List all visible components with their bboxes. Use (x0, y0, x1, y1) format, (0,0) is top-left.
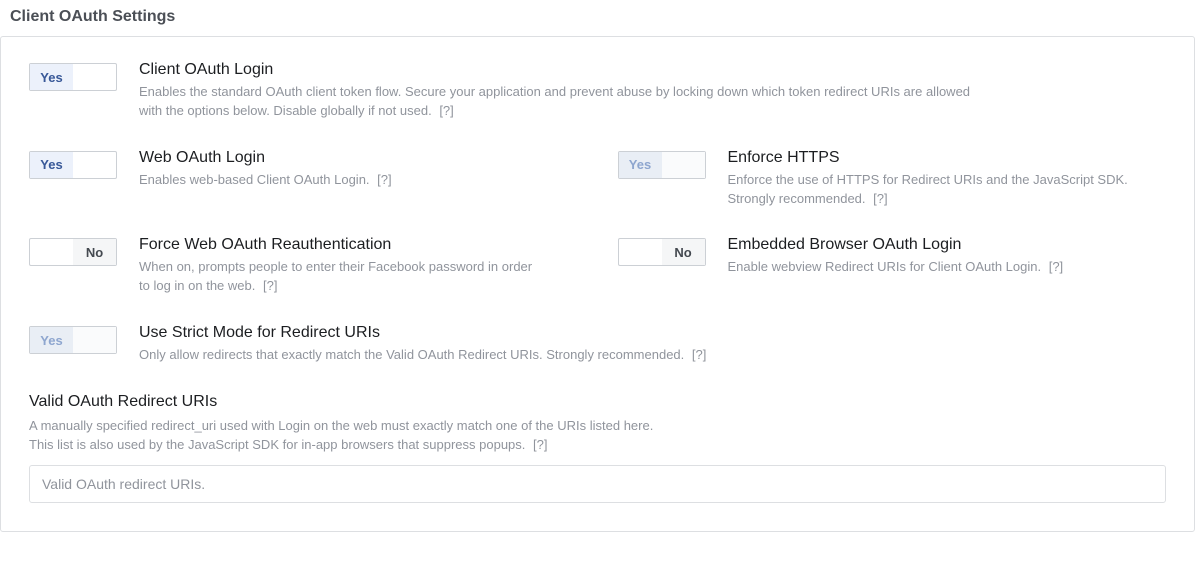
toggle-web-oauth-login[interactable]: Yes No (29, 151, 117, 179)
field-desc: A manually specified redirect_uri used w… (29, 417, 1166, 455)
setting-col: Yes No Use Strict Mode for Redirect URIs… (29, 324, 1166, 365)
setting-title: Web OAuth Login (139, 149, 541, 167)
setting-desc: Enables the standard OAuth client token … (139, 83, 981, 121)
toggle-strict-mode: Yes No (29, 326, 117, 354)
toggle-yes-label: Yes (30, 327, 73, 353)
toggle-no-label: No (73, 64, 116, 90)
help-icon[interactable]: [?] (439, 103, 453, 118)
setting-desc-text: Only allow redirects that exactly match … (139, 347, 684, 362)
setting-desc: Enables web-based Client OAuth Login. [?… (139, 171, 541, 190)
setting-desc: When on, prompts people to enter their F… (139, 258, 541, 296)
section-header: Client OAuth Settings (0, 0, 1195, 36)
setting-row-strict-mode: Yes No Use Strict Mode for Redirect URIs… (29, 324, 1166, 365)
help-icon[interactable]: [?] (1049, 259, 1063, 274)
toggle-embedded-browser[interactable]: Yes No (618, 238, 706, 266)
toggle-yes-label: Yes (619, 239, 662, 265)
valid-redirect-section: Valid OAuth Redirect URIs A manually spe… (29, 393, 1166, 503)
settings-panel: Yes No Client OAuth Login Enables the st… (0, 36, 1195, 532)
setting-desc-text: Enables the standard OAuth client token … (139, 84, 970, 118)
setting-title: Enforce HTTPS (728, 149, 1130, 167)
help-icon[interactable]: [?] (873, 191, 887, 206)
setting-desc-text: Enforce the use of HTTPS for Redirect UR… (728, 172, 1128, 206)
setting-desc: Only allow redirects that exactly match … (139, 346, 981, 365)
setting-col: Yes No Web OAuth Login Enables web-based… (29, 149, 578, 209)
field-desc-line: This list is also used by the JavaScript… (29, 437, 525, 452)
field-title: Valid OAuth Redirect URIs (29, 393, 1166, 411)
setting-row-client-oauth-login: Yes No Client OAuth Login Enables the st… (29, 61, 1166, 121)
field-desc-line: A manually specified redirect_uri used w… (29, 418, 653, 433)
toggle-yes-label: Yes (619, 152, 662, 178)
toggle-enforce-https: Yes No (618, 151, 706, 179)
setting-col: Yes No Client OAuth Login Enables the st… (29, 61, 1166, 121)
setting-desc-text: When on, prompts people to enter their F… (139, 259, 532, 293)
setting-title: Client OAuth Login (139, 61, 981, 79)
toggle-client-oauth-login[interactable]: Yes No (29, 63, 117, 91)
help-icon[interactable]: [?] (533, 437, 547, 452)
setting-col: Yes No Force Web OAuth Reauthentication … (29, 236, 578, 296)
help-icon[interactable]: [?] (377, 172, 391, 187)
toggle-yes-label: Yes (30, 152, 73, 178)
setting-title: Embedded Browser OAuth Login (728, 236, 1130, 254)
toggle-no-label: No (73, 327, 116, 353)
setting-row-reauth-and-embedded: Yes No Force Web OAuth Reauthentication … (29, 236, 1166, 296)
valid-redirect-uris-input[interactable] (29, 465, 1166, 503)
setting-desc-text: Enables web-based Client OAuth Login. (139, 172, 370, 187)
setting-desc: Enforce the use of HTTPS for Redirect UR… (728, 171, 1130, 209)
toggle-no-label: No (662, 239, 705, 265)
help-icon[interactable]: [?] (263, 278, 277, 293)
help-icon[interactable]: [?] (692, 347, 706, 362)
setting-title: Force Web OAuth Reauthentication (139, 236, 541, 254)
toggle-no-label: No (662, 152, 705, 178)
toggle-yes-label: Yes (30, 239, 73, 265)
toggle-yes-label: Yes (30, 64, 73, 90)
setting-desc-text: Enable webview Redirect URIs for Client … (728, 259, 1042, 274)
setting-desc: Enable webview Redirect URIs for Client … (728, 258, 1130, 277)
setting-row-web-and-https: Yes No Web OAuth Login Enables web-based… (29, 149, 1166, 209)
setting-col: Yes No Embedded Browser OAuth Login Enab… (618, 236, 1167, 296)
setting-col: Yes No Enforce HTTPS Enforce the use of … (618, 149, 1167, 209)
setting-title: Use Strict Mode for Redirect URIs (139, 324, 981, 342)
toggle-no-label: No (73, 239, 116, 265)
toggle-force-reauth[interactable]: Yes No (29, 238, 117, 266)
toggle-no-label: No (73, 152, 116, 178)
